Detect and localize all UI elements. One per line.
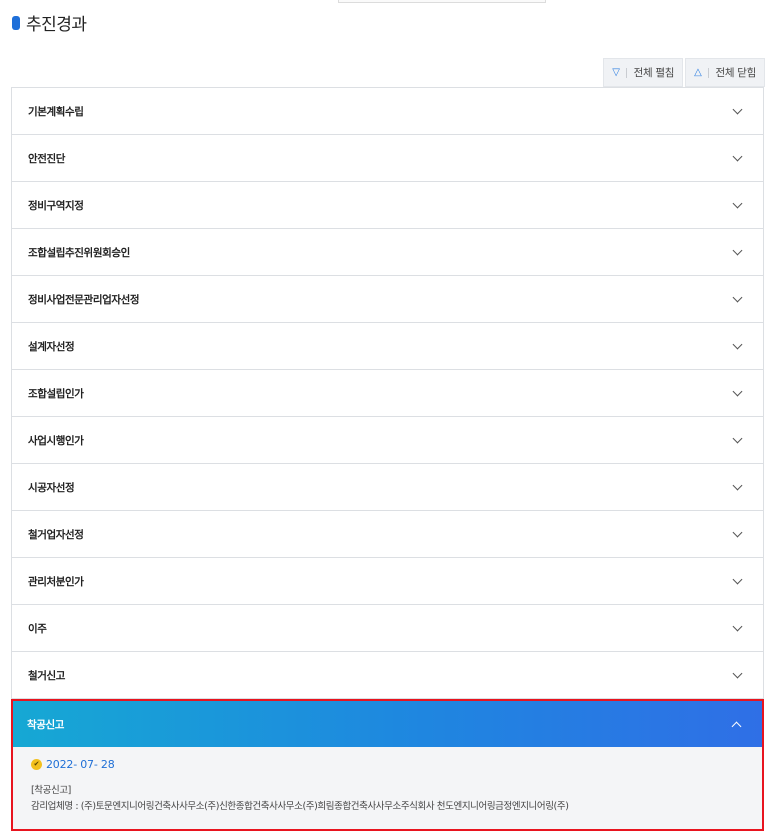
chevron-down-icon [732,386,743,396]
accordion-item-label: 사업시행인가 [28,434,84,447]
accordion-item-label: 설계자선정 [28,340,75,353]
chevron-down-icon [732,104,743,114]
toolbar-separator [625,67,627,78]
chevron-down-icon [732,245,743,255]
accordion-item-label: 정비사업전문관리업자선정 [28,293,140,306]
event-date: 2022- 07- 28 [46,758,115,771]
accordion-item-contractor-selection[interactable]: 시공자선정 [11,464,764,511]
accordion-item-designer-selection[interactable]: 설계자선정 [11,323,764,370]
section-header: 추진경과 [12,10,87,35]
accordion-item-label: 조합설립추진위원회승인 [28,246,130,259]
accordion-item-label: 정비구역지정 [28,199,84,212]
accordion-item-union-approval[interactable]: 조합설립인가 [11,370,764,417]
accordion-item-project-approval[interactable]: 사업시행인가 [11,417,764,464]
accordion-active-header[interactable]: 착공신고 [13,701,762,747]
accordion-item-manager-selection[interactable]: 정비사업전문관리업자선정 [11,276,764,323]
accordion-item-label: 철거업자선정 [28,528,84,541]
page-title: 추진경과 [26,15,87,35]
chevron-up-icon [731,721,742,731]
accordion-item-demolition-contractor[interactable]: 철거업자선정 [11,511,764,558]
expand-all-button[interactable]: ▽ 전체 펼침 [603,58,684,87]
chevron-down-icon [732,151,743,161]
collapse-all-label: 전체 닫힘 [715,67,757,79]
accordion-item-zone-designation[interactable]: 정비구역지정 [11,182,764,229]
accordion-toolbar: ▽ 전체 펼침 △ 전체 닫힘 [603,58,765,87]
collapse-all-button[interactable]: △ 전체 닫힘 [685,58,765,87]
accordion-item-demolition-report[interactable]: 철거신고 [11,652,764,699]
accordion-item-committee-approval[interactable]: 조합설립추진위원회승인 [11,229,764,276]
chevron-down-icon [732,574,743,584]
accordion-item-label: 시공자선정 [28,481,75,494]
accordion-item-label: 관리처분인가 [28,575,84,588]
toolbar-separator [707,67,709,78]
event-type: [착공신고] [31,785,71,796]
accordion-item-basic-plan[interactable]: 기본계획수립 [11,88,764,135]
chevron-down-icon [732,668,743,678]
accordion-item-label: 조합설립인가 [28,387,84,400]
accordion-panel: ✔ 2022- 07- 28 [착공신고] 감리업체명 : (주)토문엔지니어링… [13,747,762,829]
chevron-down-icon [732,339,743,349]
expand-all-label: 전체 펼침 [633,67,675,79]
chevron-down-icon [732,198,743,208]
chevron-down-outline-icon: ▽ [612,67,620,78]
accordion-item-safety-diagnosis[interactable]: 안전진단 [11,135,764,182]
date-row: ✔ 2022- 07- 28 [31,758,762,771]
accordion-item-label: 철거신고 [28,669,66,682]
chevron-down-icon [732,433,743,443]
accordion-item-label: 기본계획수립 [28,105,84,118]
chevron-up-outline-icon: △ [694,67,702,78]
accordion-item-label: 착공신고 [27,718,65,731]
progress-accordion: 기본계획수립 안전진단 정비구역지정 조합설립추진위원회승인 정비사업전문관리업… [11,87,764,831]
supervisor-companies: 감리업체명 : (주)토문엔지니어링건축사사무소(주)신한종합건축사사무소(주)… [31,801,569,812]
check-circle-icon: ✔ [31,759,42,770]
accordion-item-label: 이주 [28,622,47,635]
chevron-down-icon [732,292,743,302]
accordion-item-relocation[interactable]: 이주 [11,605,764,652]
accordion-item-label: 안전진단 [28,152,66,165]
title-bullet-icon [12,15,20,30]
chevron-down-icon [732,527,743,537]
top-dropdown-edge [338,0,546,3]
chevron-down-icon [732,621,743,631]
accordion-item-construction-start: 착공신고 ✔ 2022- 07- 28 [착공신고] 감리업체명 : (주)토문… [11,699,764,831]
chevron-down-icon [732,480,743,490]
accordion-item-management-disposal[interactable]: 관리처분인가 [11,558,764,605]
